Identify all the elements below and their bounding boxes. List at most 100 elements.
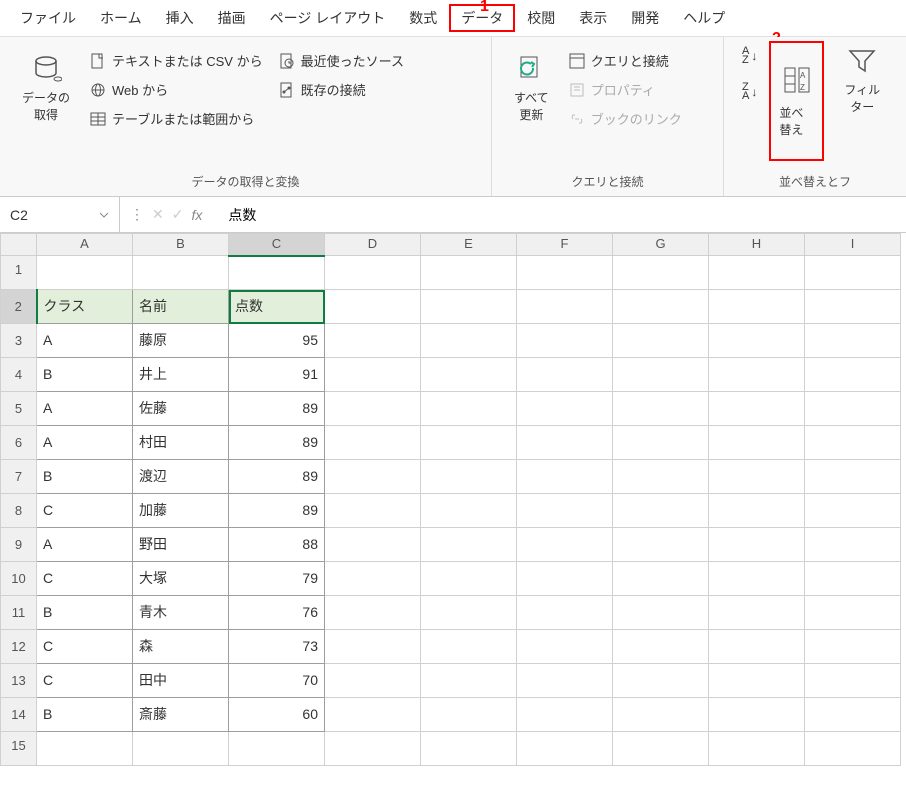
cell[interactable] [613,494,709,528]
cell[interactable]: 89 [229,494,325,528]
cell[interactable]: 73 [229,630,325,664]
cell[interactable] [805,596,901,630]
cell[interactable]: 大塚 [133,562,229,596]
cell[interactable] [613,324,709,358]
cancel-icon[interactable]: ✕ [152,206,164,223]
menu-help[interactable]: ヘルプ [671,4,737,32]
row-header[interactable]: 5 [1,392,37,426]
row-header[interactable]: 7 [1,460,37,494]
cell[interactable] [709,358,805,392]
col-header-a[interactable]: A [37,234,133,256]
from-text-csv-button[interactable]: テキストまたは CSV から [86,49,267,72]
cell[interactable] [133,732,229,766]
cell[interactable]: A [37,324,133,358]
sort-ascending-button[interactable]: AZ ↓ [742,47,757,65]
row-header[interactable]: 11 [1,596,37,630]
cell[interactable]: 田中 [133,664,229,698]
menu-insert[interactable]: 挿入 [154,4,206,32]
cell[interactable] [709,392,805,426]
cell[interactable]: 88 [229,528,325,562]
cell[interactable] [805,256,901,290]
cell[interactable] [517,358,613,392]
cell[interactable] [709,732,805,766]
cell[interactable]: 89 [229,426,325,460]
cell[interactable] [421,562,517,596]
row-header[interactable]: 2 [1,290,37,324]
cell[interactable]: 加藤 [133,494,229,528]
cell[interactable] [613,732,709,766]
cell[interactable] [325,596,421,630]
cell[interactable] [421,358,517,392]
cell[interactable] [325,630,421,664]
cell[interactable] [421,324,517,358]
menu-formulas[interactable]: 数式 [397,4,449,32]
row-header[interactable]: 6 [1,426,37,460]
row-header[interactable]: 4 [1,358,37,392]
cell[interactable] [517,494,613,528]
cell[interactable] [229,256,325,290]
col-header-f[interactable]: F [517,234,613,256]
cell[interactable]: 斎藤 [133,698,229,732]
cell[interactable] [517,256,613,290]
cell[interactable]: A [37,528,133,562]
menu-home[interactable]: ホーム [88,4,154,32]
row-header[interactable]: 15 [1,732,37,766]
cell[interactable] [709,460,805,494]
queries-connections-button[interactable]: クエリと接続 [565,49,686,72]
cell[interactable]: 佐藤 [133,392,229,426]
name-box[interactable]: C2 [0,197,120,232]
cell[interactable] [517,698,613,732]
cell[interactable] [613,664,709,698]
col-header-c[interactable]: C [229,234,325,256]
cell[interactable] [613,596,709,630]
custom-sort-button[interactable]: AZ 並べ替え [769,41,824,161]
cell[interactable]: 70 [229,664,325,698]
cell[interactable]: A [37,392,133,426]
cell-selected[interactable]: 点数 [229,290,325,324]
cell[interactable]: 森 [133,630,229,664]
spreadsheet-grid[interactable]: A B C D E F G H I 1 2 クラス 名前 点数 3A藤原95 4… [0,233,901,766]
cell[interactable] [517,290,613,324]
cell[interactable] [421,664,517,698]
cell[interactable] [421,596,517,630]
col-header-i[interactable]: I [805,234,901,256]
cell[interactable] [613,256,709,290]
col-header-b[interactable]: B [133,234,229,256]
cell[interactable] [613,630,709,664]
row-header[interactable]: 10 [1,562,37,596]
cell[interactable] [325,392,421,426]
cell[interactable] [517,596,613,630]
cell[interactable] [325,732,421,766]
cell[interactable] [805,732,901,766]
cell[interactable] [613,698,709,732]
row-header[interactable]: 13 [1,664,37,698]
cell[interactable]: 渡辺 [133,460,229,494]
cell[interactable]: 95 [229,324,325,358]
cell[interactable] [613,460,709,494]
cell[interactable] [709,528,805,562]
cell[interactable] [709,324,805,358]
cell[interactable]: 76 [229,596,325,630]
cell[interactable] [325,460,421,494]
sort-descending-button[interactable]: ZA ↓ [742,83,757,101]
cell[interactable] [421,732,517,766]
cell[interactable] [421,426,517,460]
cell[interactable] [421,528,517,562]
cell[interactable] [421,290,517,324]
cell[interactable]: B [37,698,133,732]
cell[interactable] [805,528,901,562]
cell[interactable]: 91 [229,358,325,392]
cell[interactable] [325,256,421,290]
menu-draw[interactable]: 描画 [206,4,258,32]
cell[interactable]: 藤原 [133,324,229,358]
cell[interactable] [517,630,613,664]
cell[interactable]: 井上 [133,358,229,392]
cell[interactable] [421,698,517,732]
row-header[interactable]: 9 [1,528,37,562]
cell[interactable]: クラス [37,290,133,324]
from-table-range-button[interactable]: テーブルまたは範囲から [86,107,267,130]
cell[interactable] [325,358,421,392]
cell[interactable] [805,392,901,426]
cell[interactable] [613,426,709,460]
cell[interactable] [613,562,709,596]
